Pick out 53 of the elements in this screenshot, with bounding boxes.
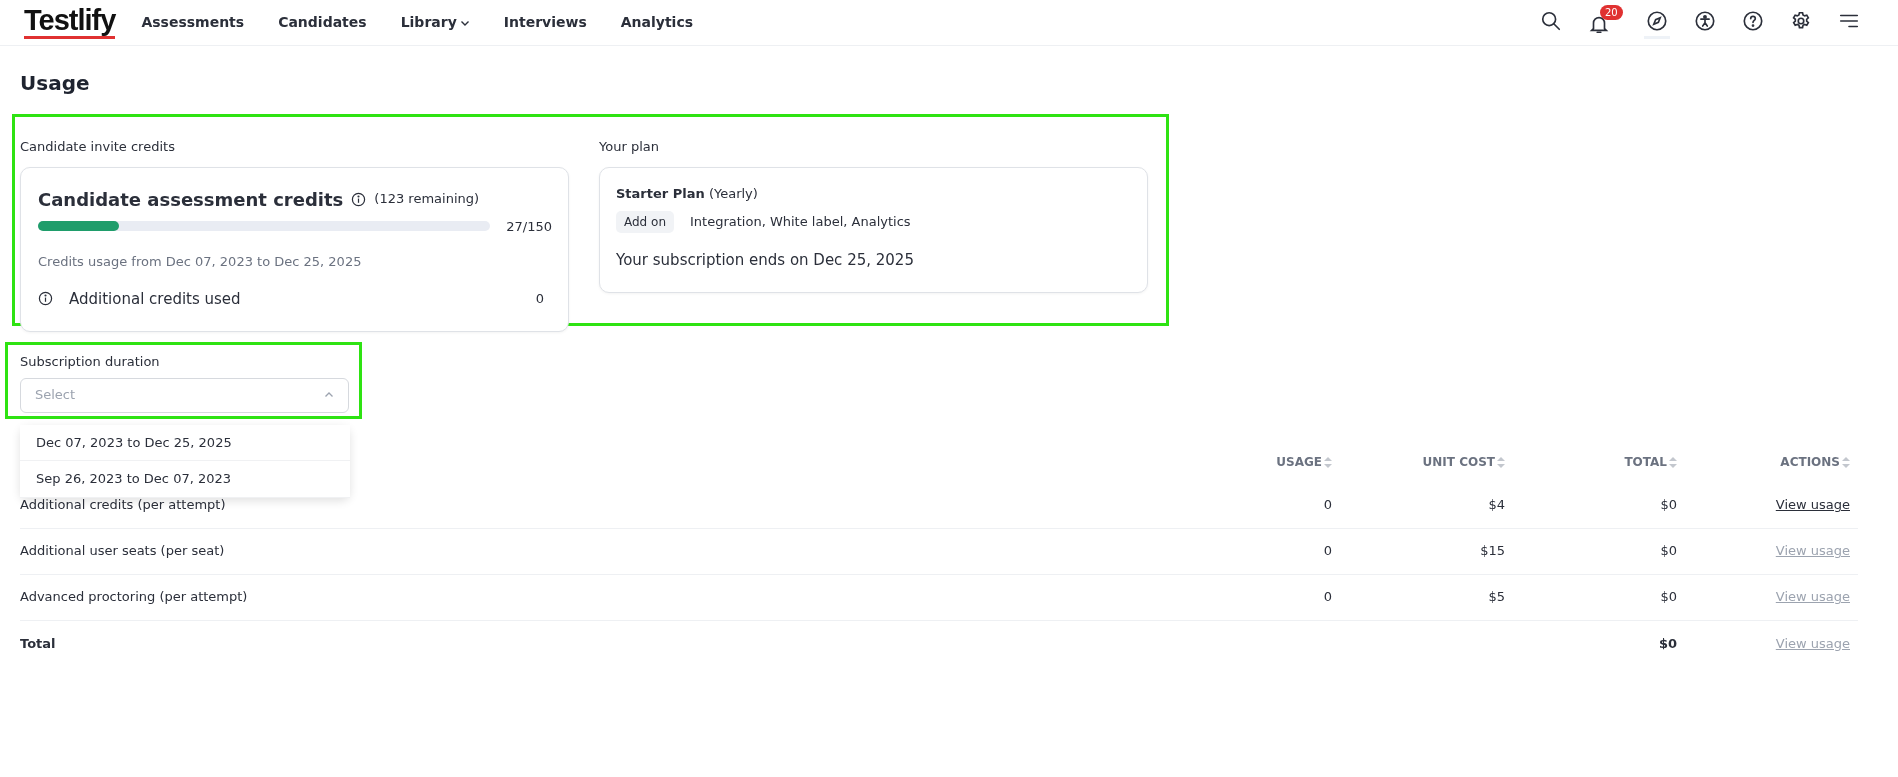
nav-link[interactable]: Interviews [503,10,587,35]
table-cell-text: $0 [1657,634,1678,653]
field-label: Subscription duration [20,353,161,371]
sort-icon [1669,456,1677,468]
card-title: Candidate assessment credits [38,187,344,212]
info-icon [351,191,367,207]
sort-icon [1324,456,1332,468]
addon-tag: Add on [616,211,674,233]
table-cell-text: Total [20,634,57,653]
column-header[interactable]: USAGE [1180,452,1340,471]
table-cell-text: 0 [1322,588,1333,607]
section-label: Candidate invite credits [20,138,176,156]
nav-link[interactable]: Library [400,10,470,35]
table-cell-text: $0 [1659,542,1678,561]
table-cell-text: Additional user seats (per seat) [20,542,226,561]
remaining-count: (123 remaining) [374,190,480,209]
plan-name: Starter Plan (Yearly) [616,184,759,203]
addon-list: Integration, White label, Analytics [690,212,911,232]
table-cell-text: 0 [1322,542,1333,561]
dropdown-option[interactable]: Dec 07, 2023 to Dec 25, 2025 [20,424,350,461]
table-cell-text: $15 [1479,542,1506,561]
nav-link[interactable]: Candidates [278,10,367,35]
usage-period: Credits usage from Dec 07, 2023 to Dec 25, 2025 [38,253,363,271]
logo[interactable]: Testlify [24,6,116,39]
column-header[interactable]: ACTIONS [1685,452,1858,471]
credit-count: 27/150 [506,217,552,236]
table-cell-text: $4 [1487,496,1506,515]
info-icon [38,291,53,307]
notification-badge: 20 [1600,5,1623,20]
section-label: Your plan [599,138,660,156]
page-title: Usage [20,70,91,97]
subscription-end: Your subscription ends on Dec 25, 2025 [616,250,915,271]
accessibility-icon [1694,10,1716,32]
sort-icon [1497,456,1505,468]
table-cell-text: 0 [1322,496,1333,515]
nav-link[interactable]: Assessments [141,10,245,35]
nav-link[interactable]: Analytics [620,10,694,35]
search-icon [1540,10,1562,32]
table-cell-text: $0 [1659,588,1678,607]
help-icon [1742,10,1764,32]
table-cell-text: $5 [1487,588,1506,607]
table-cell-text: Advanced proctoring (per attempt) [20,588,249,607]
bell-button[interactable]: 20 [1586,5,1622,40]
compass-icon [1646,10,1668,32]
additional-credits-label: Additional credits used [69,288,241,310]
additional-credits-value: 0 [535,290,544,308]
table-cell-text: $0 [1659,496,1678,515]
column-header[interactable]: TOTAL [1513,452,1685,471]
table-cell-text: Additional credits (per attempt) [20,496,227,515]
sort-icon [1842,456,1850,468]
dropdown-option[interactable]: Sep 26, 2023 to Dec 07, 2023 [20,461,350,498]
view-usage-link[interactable]: View usage [1775,495,1850,515]
column-header[interactable]: UNIT COST [1340,452,1513,471]
